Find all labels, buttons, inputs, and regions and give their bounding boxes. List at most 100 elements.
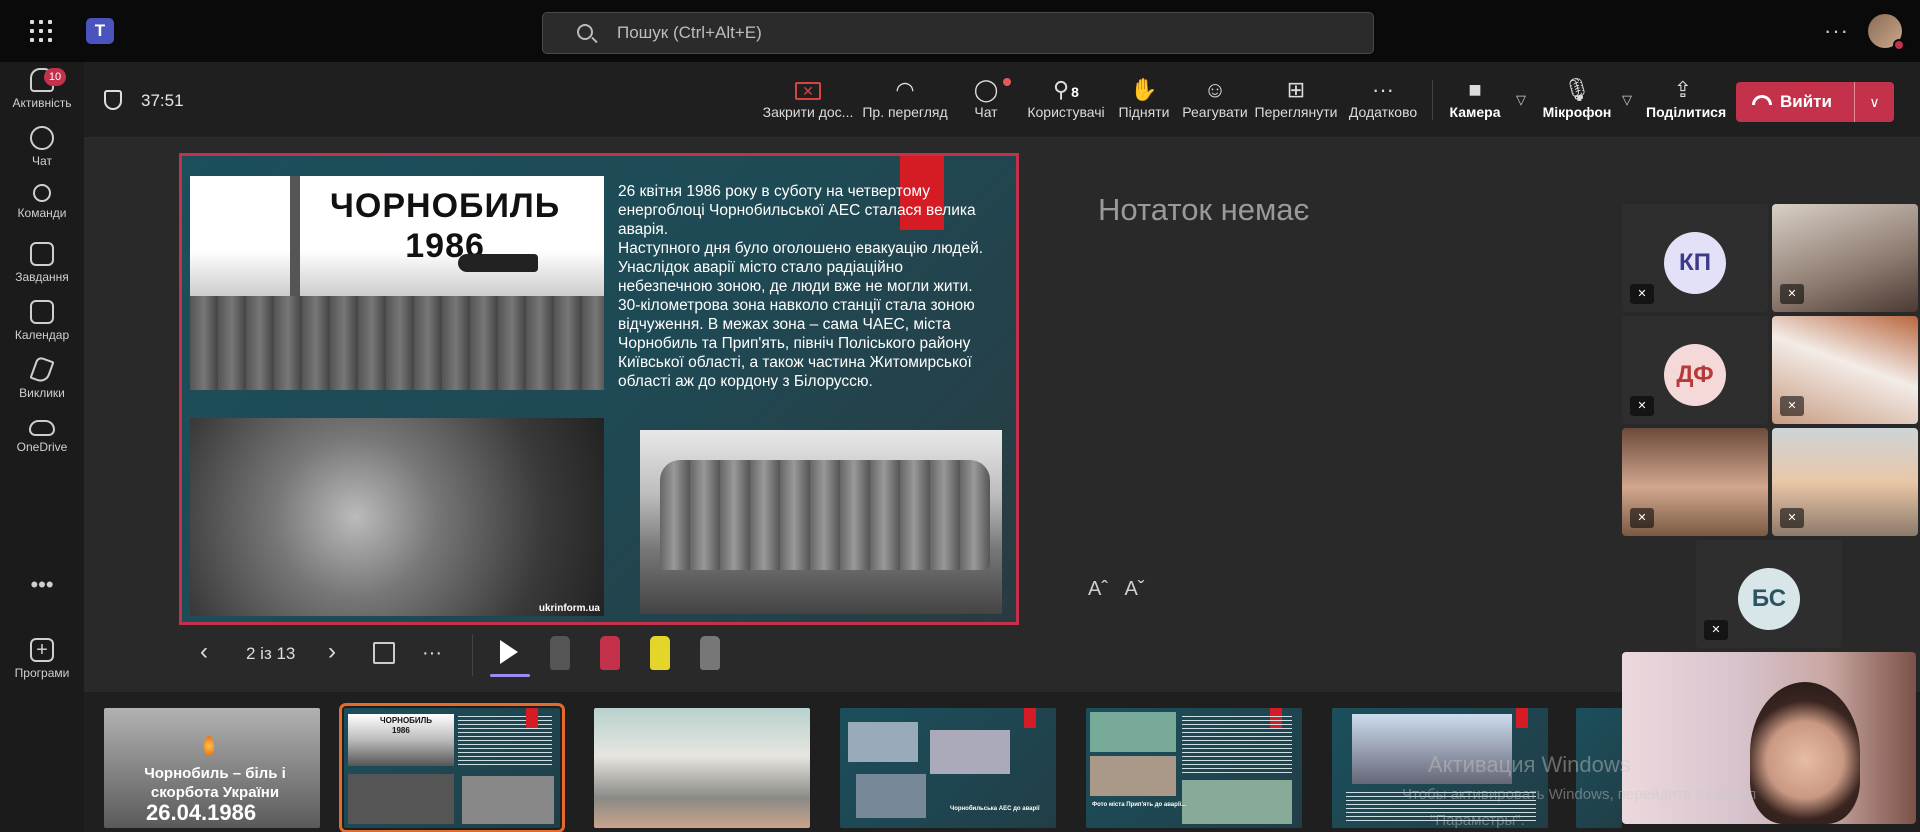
rail-item-teams[interactable]: Команди xyxy=(0,178,84,238)
rail-item-calls[interactable]: Виклики xyxy=(0,352,84,412)
status-dot xyxy=(1893,39,1905,51)
decrease-font-button[interactable]: Aˇ xyxy=(1124,578,1144,600)
rail-item-assignments[interactable]: Завдання xyxy=(0,236,84,296)
photo-title-line1: ЧОРНОБИЛЬ xyxy=(330,187,561,225)
slide-thumbnail-1[interactable]: Чорнобиль – біль і скорбота України 26.04… xyxy=(104,708,320,828)
search-box[interactable] xyxy=(542,12,1374,54)
slide-thumbnail-5[interactable]: Фото міста Прип'ять до аварії... xyxy=(1086,708,1302,828)
rail-item-onedrive[interactable]: OneDrive xyxy=(0,410,84,470)
mic-button[interactable]: 🎙 Мікрофон xyxy=(1542,76,1612,130)
button-label: Мікрофон xyxy=(1542,104,1612,120)
thumb-title: Чорнобиль – біль і скорбота України xyxy=(130,764,300,802)
pen-gray-icon[interactable] xyxy=(550,636,570,670)
participant-tile[interactable]: КП ✕ xyxy=(1622,204,1768,312)
calendar-icon xyxy=(30,300,54,324)
people-button[interactable]: ⚲ 8 Користувачі xyxy=(1024,76,1108,130)
teams-logo-icon: T xyxy=(86,18,114,44)
camera-options-chevron-icon[interactable]: ▽ xyxy=(1516,92,1526,108)
settings-more-icon[interactable]: ··· xyxy=(1824,18,1849,44)
toolbar-divider xyxy=(1432,80,1433,120)
search-input[interactable] xyxy=(617,21,1317,45)
add-apps-icon xyxy=(30,638,54,662)
more-actions-button[interactable]: ··· Додатково xyxy=(1346,76,1420,130)
view-button[interactable]: ⊞ Переглянути xyxy=(1254,76,1338,130)
more-apps-icon[interactable]: ••• xyxy=(0,572,84,598)
windows-activation-watermark: Активация Windows xyxy=(1428,752,1631,777)
button-label: Користувачі xyxy=(1027,104,1105,120)
slide-thumbnail-4[interactable]: Чорнобильська АЕС до аварії xyxy=(840,708,1056,828)
participant-video-tile[interactable]: ✕ xyxy=(1772,204,1918,312)
rail-item-chat[interactable]: Чат xyxy=(0,120,84,180)
self-video-person xyxy=(1750,682,1860,824)
rail-item-apps[interactable]: Програми xyxy=(0,632,84,692)
selected-tool-indicator xyxy=(490,674,530,677)
thumb-title-line1: Чорнобиль – біль і xyxy=(144,765,286,782)
photo-source: ukrinform.ua xyxy=(538,603,600,614)
participant-video-tile[interactable]: ✕ xyxy=(1772,428,1918,536)
candle-flame xyxy=(204,736,214,756)
slide-thumbnail-2[interactable]: ЧОРНОБИЛЬ 1986 xyxy=(339,703,565,832)
rail-item-calendar[interactable]: Календар xyxy=(0,294,84,354)
app-rail: 10 Активність Чат Команди Завдання Кален… xyxy=(0,62,84,832)
button-label: Підняти xyxy=(1118,104,1170,120)
thumb-title-line2: скорбота України xyxy=(150,784,280,801)
mic-off-icon: ✕ xyxy=(1780,508,1804,528)
participant-video-tile[interactable]: ✕ xyxy=(1772,316,1918,424)
chat-button[interactable]: ◯ Чат xyxy=(966,76,1011,130)
button-label: Реагувати xyxy=(1182,104,1248,120)
previous-slide-button[interactable]: ‹ xyxy=(200,638,208,666)
user-avatar[interactable] xyxy=(1868,14,1905,51)
react-button[interactable]: ☺ Реагувати xyxy=(1182,76,1248,130)
chat-icon xyxy=(30,126,54,150)
slide-thumbnail-3[interactable] xyxy=(594,708,810,828)
participant-video-tile[interactable]: ✕ xyxy=(1622,428,1768,536)
rail-item-label: Активність xyxy=(12,96,72,110)
slide-paragraph: 30-кілометрова зона навколо станції стал… xyxy=(618,297,975,390)
activity-badge: 10 xyxy=(44,68,66,86)
stop-sharing-button[interactable]: ✕ Закрити дос... xyxy=(760,76,856,130)
next-slide-button[interactable]: › xyxy=(328,638,336,666)
laser-pointer-icon[interactable] xyxy=(500,640,518,664)
increase-font-button[interactable]: Aˆ xyxy=(1088,578,1108,600)
share-button[interactable]: ⇪ Поділитися xyxy=(1646,76,1727,130)
button-label: Пр. перегляд xyxy=(862,104,948,120)
shield-icon xyxy=(104,90,122,110)
button-label: Поділитися xyxy=(1646,104,1727,120)
share-tray-icon: ⇪ xyxy=(1673,77,1693,102)
thumb-caption: Чорнобильська АЕС до аварії xyxy=(950,806,1040,812)
participant-tile[interactable]: ДФ ✕ xyxy=(1622,316,1768,424)
pen-red-icon[interactable] xyxy=(600,636,620,670)
people-icon: ⚲ 8 xyxy=(1053,77,1079,102)
chat-bubble-icon: ◯ xyxy=(966,76,1011,104)
slide-paragraph: Наступного дня було оголошено евакуацію … xyxy=(618,240,984,295)
more-icon: ··· xyxy=(1372,77,1394,102)
stop-share-icon: ✕ xyxy=(795,82,821,101)
slide-grid-icon[interactable] xyxy=(373,642,395,664)
leave-button[interactable]: Вийти ∨ xyxy=(1736,82,1894,122)
windows-activation-watermark-line3: "Параметры". xyxy=(1430,812,1525,829)
slide-controls: ‹ 2 із 13 › ··· xyxy=(84,624,804,684)
shared-slide: ЧОРНОБИЛЬ 1986 ukrinform.ua 26 квітня 198… xyxy=(179,153,1019,625)
camera-icon: ■ xyxy=(1468,77,1482,102)
camera-button[interactable]: ■ Камера xyxy=(1448,76,1502,130)
participant-tile[interactable]: БС ✕ xyxy=(1696,540,1842,648)
mic-options-chevron-icon[interactable]: ▽ xyxy=(1622,92,1632,108)
assignments-icon xyxy=(30,242,54,266)
grid-view-icon: ⊞ xyxy=(1286,77,1306,102)
rail-item-label: OneDrive xyxy=(16,440,68,454)
raise-hand-button[interactable]: ✋ Підняти xyxy=(1116,76,1172,130)
app-launcher-icon[interactable] xyxy=(30,20,52,42)
eraser-icon[interactable] xyxy=(700,636,720,670)
slide-more-icon[interactable]: ··· xyxy=(422,642,442,665)
leave-options-chevron-icon[interactable]: ∨ xyxy=(1854,82,1894,122)
font-size-controls: Aˆ Aˇ xyxy=(1088,578,1156,601)
eye-icon: ◠ xyxy=(895,77,915,102)
private-view-button[interactable]: ◠ Пр. перегляд xyxy=(860,76,950,130)
rail-item-activity[interactable]: 10 Активність xyxy=(0,62,84,122)
rail-item-label: Календар xyxy=(14,328,70,342)
mic-off-icon: ✕ xyxy=(1780,396,1804,416)
destroyed-reactor-photo: ukrinform.ua xyxy=(190,418,604,616)
highlighter-icon[interactable] xyxy=(650,636,670,670)
slide-thumbnail-strip: Чорнобиль – біль і скорбота України 26.04… xyxy=(84,692,1622,832)
button-label: Вийти xyxy=(1780,92,1832,111)
